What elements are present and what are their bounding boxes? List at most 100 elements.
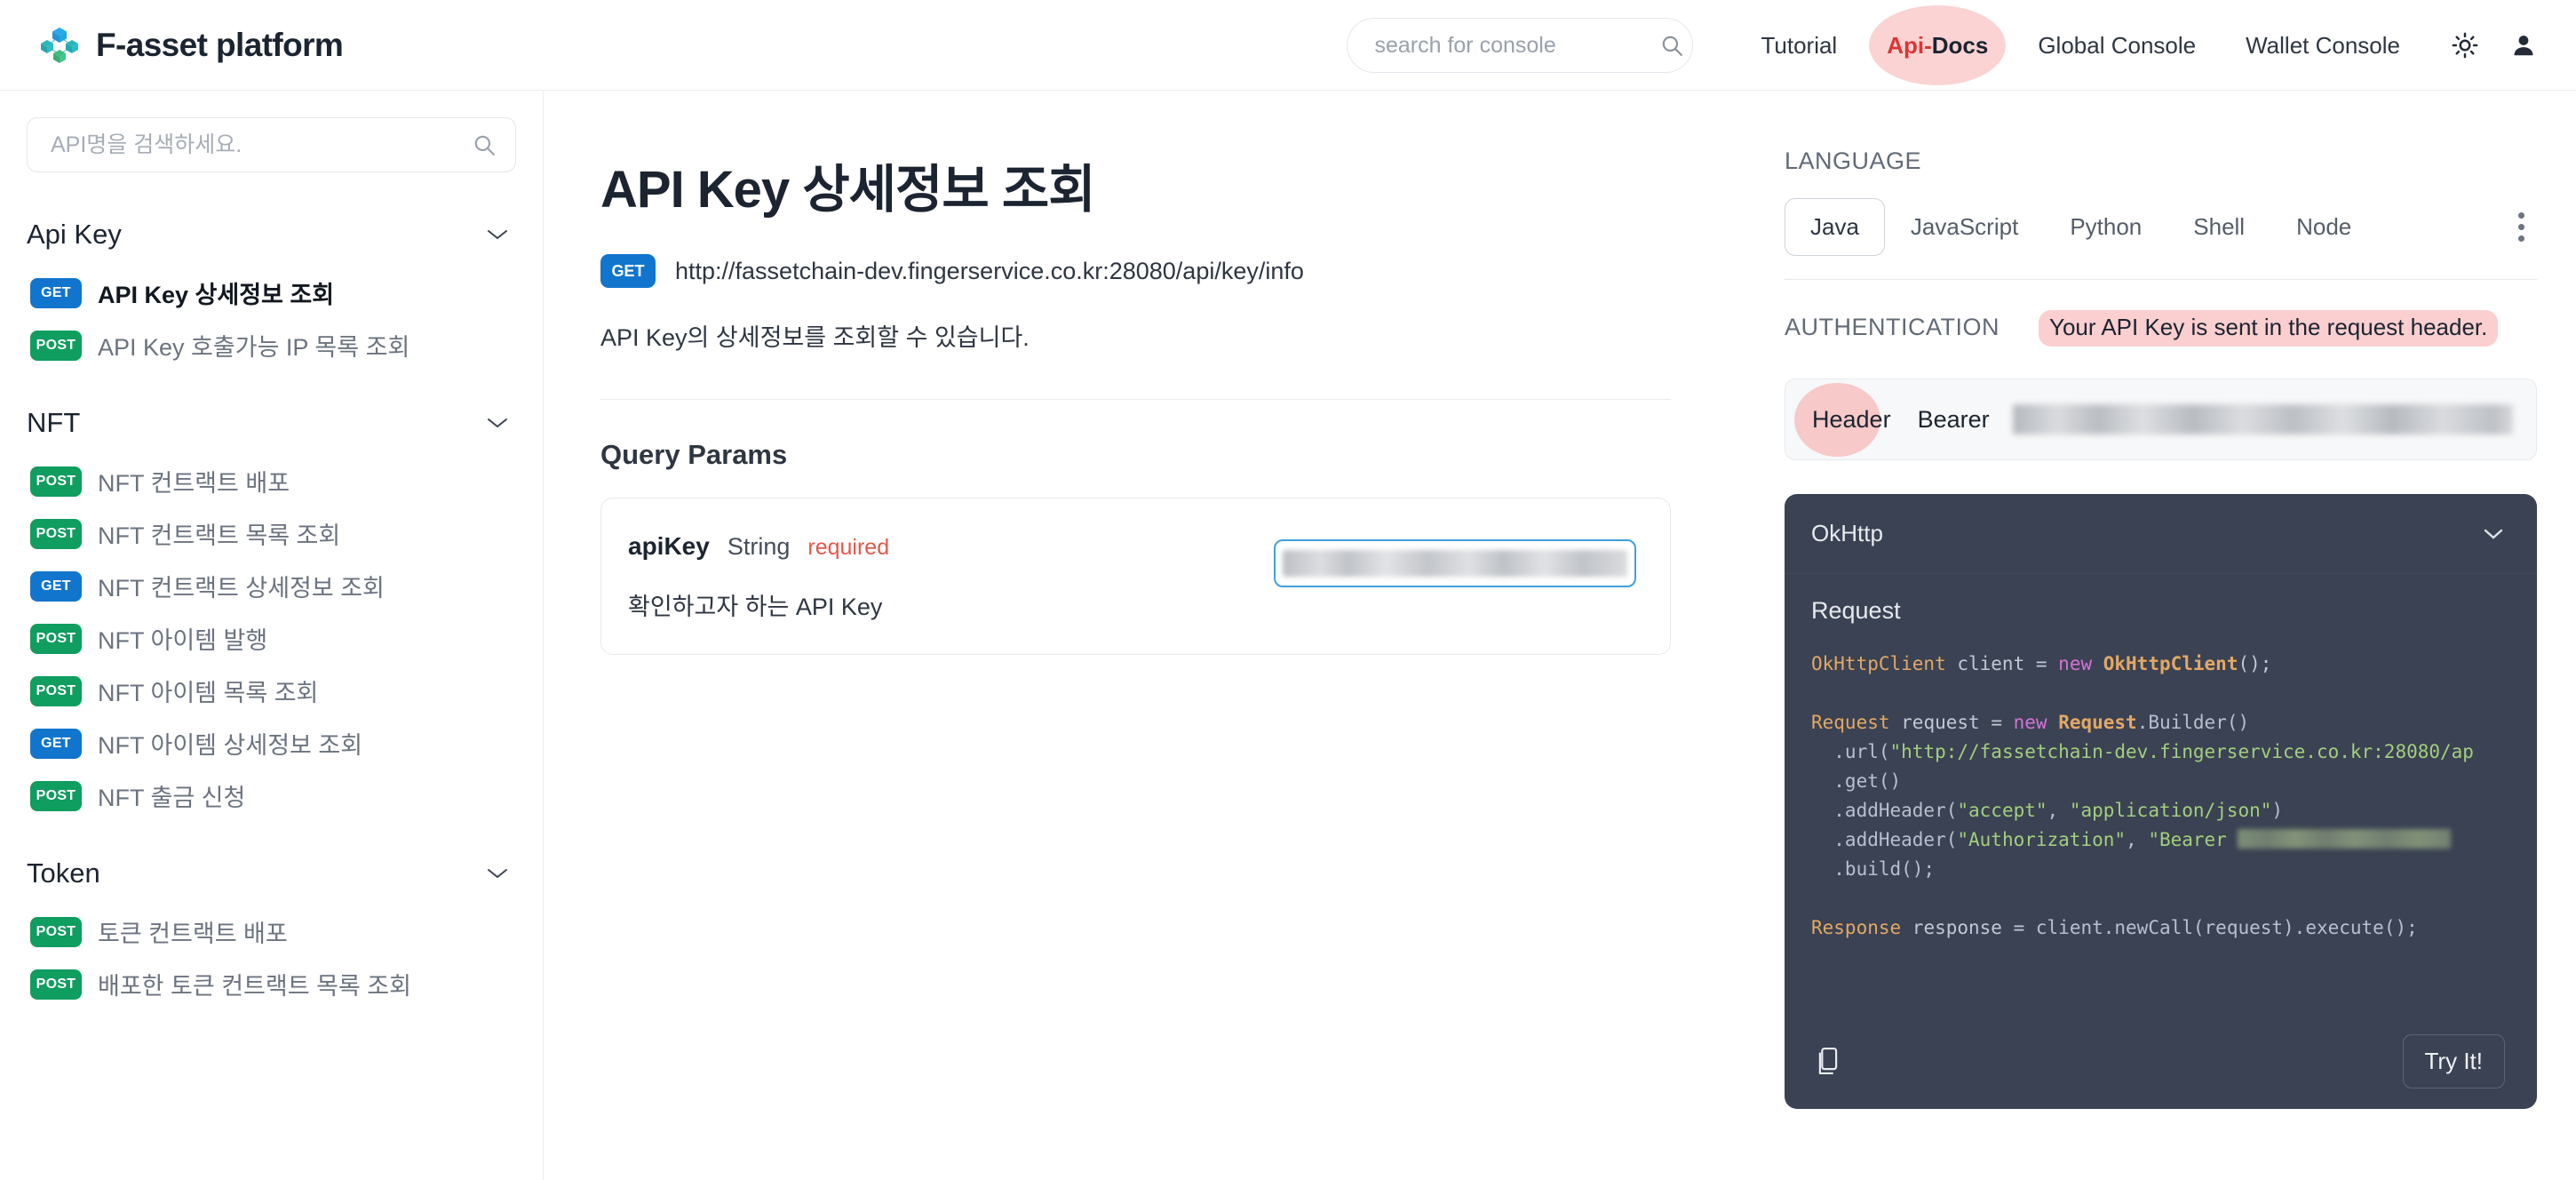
sidebar-group-nft[interactable]: NFT <box>0 391 543 455</box>
sidebar-item-nft-item-detail[interactable]: GET NFT 아이템 상세정보 조회 <box>0 717 543 769</box>
sidebar-item-nft-withdraw[interactable]: POST NFT 출금 신청 <box>0 769 543 822</box>
nav-item-wallet-console[interactable]: Wallet Console <box>2221 0 2425 91</box>
app-header: F-asset platform Tutorial Api-Docs Globa… <box>0 0 2576 91</box>
sidebar-group-token[interactable]: Token <box>0 841 543 905</box>
main-nav: Tutorial Api-Docs Global Console Wallet … <box>1736 0 2425 91</box>
endpoint-row: GET http://fassetchain-dev.fingerservice… <box>600 254 1671 288</box>
api-search[interactable] <box>27 117 516 172</box>
sidebar-item-api-key-ip-list[interactable]: POST API Key 호출가능 IP 목록 조회 <box>0 319 543 371</box>
apikey-input[interactable] <box>1274 539 1636 587</box>
param-name: apiKey <box>628 532 710 560</box>
chevron-down-icon[interactable] <box>2482 527 2505 541</box>
authentication-box[interactable]: Header Bearer <box>1785 379 2537 460</box>
tab-java[interactable]: Java <box>1785 198 1885 256</box>
sidebar-item-api-key-detail[interactable]: GET API Key 상세정보 조회 <box>0 267 543 319</box>
endpoint-url: http://fassetchain-dev.fingerservice.co.… <box>675 257 1304 284</box>
method-badge: POST <box>30 330 82 361</box>
sidebar-item-label: API Key 호출가능 IP 목록 조회 <box>98 334 410 361</box>
sidebar-group-api-key[interactable]: Api Key <box>0 203 543 267</box>
sidebar-group-title: NFT <box>27 407 81 438</box>
code-sidebar: LANGUAGE Java JavaScript Python Shell No… <box>1745 91 2576 1180</box>
authentication-label: AUTHENTICATION <box>1785 314 2000 340</box>
tab-node[interactable]: Node <box>2270 198 2377 256</box>
sidebar: Api Key GET API Key 상세정보 조회 POST API Key… <box>0 91 544 1180</box>
app-body: Api Key GET API Key 상세정보 조회 POST API Key… <box>0 91 2576 1180</box>
method-badge: POST <box>30 969 82 1000</box>
tab-javascript[interactable]: JavaScript <box>1885 198 2044 256</box>
nav-item-global-console[interactable]: Global Console <box>2013 0 2221 91</box>
main-content: API Key 상세정보 조회 GET http://fassetchain-d… <box>544 91 1745 1180</box>
search-icon <box>1663 36 1683 56</box>
apikey-redacted-value <box>1283 550 1627 577</box>
auth-location-label: Header <box>1794 382 1895 457</box>
param-required-label: required <box>807 535 890 560</box>
sidebar-item-label: NFT 아이템 목록 조회 <box>98 680 319 706</box>
f-asset-logo-icon <box>41 27 78 63</box>
page-description: API Key의 상세정보를 조회할 수 있습니다. <box>600 324 1030 351</box>
nav-api-docs-prefix: Api- <box>1887 32 1932 59</box>
kebab-menu-icon[interactable] <box>2506 203 2537 251</box>
nav-api-docs-suffix: Docs <box>1931 32 1989 59</box>
sidebar-item-label: NFT 컨트랙트 목록 조회 <box>98 522 341 549</box>
code-panel-body: Request OkHttpClient client = new OkHttp… <box>1785 574 2537 1013</box>
sidebar-group-title: Api Key <box>27 219 122 250</box>
sidebar-item-label: NFT 아이템 발행 <box>98 627 268 654</box>
param-card-apikey: apiKey String required 확인하고자 하는 API Key <box>600 498 1671 655</box>
code-panel-header[interactable]: OkHttp <box>1785 494 2537 574</box>
bearer-token-redacted <box>2238 829 2452 849</box>
search-icon <box>474 135 495 155</box>
sidebar-item-label: 배포한 토큰 컨트랙트 목록 조회 <box>98 973 411 1000</box>
sidebar-item-label: NFT 컨트랙트 배포 <box>98 470 290 497</box>
endpoint-method-badge: GET <box>600 254 656 288</box>
sidebar-item-nft-contract-list[interactable]: POST NFT 컨트랙트 목록 조회 <box>0 507 543 560</box>
brand[interactable]: F-asset platform <box>0 25 344 66</box>
sun-icon[interactable] <box>2452 32 2478 59</box>
page-title: API Key 상세정보 조회 <box>600 161 1096 219</box>
console-search-input[interactable] <box>1374 32 1661 59</box>
method-badge: POST <box>30 518 82 549</box>
method-badge: GET <box>30 570 82 602</box>
language-label: LANGUAGE <box>1785 148 1922 174</box>
auth-token-redacted <box>2012 404 2513 435</box>
method-badge: POST <box>30 623 82 654</box>
code-block[interactable]: OkHttpClient client = new OkHttpClient()… <box>1811 650 2510 943</box>
sidebar-item-label: NFT 출금 신청 <box>98 785 246 811</box>
sidebar-item-nft-contract-deploy[interactable]: POST NFT 컨트랙트 배포 <box>0 455 543 507</box>
code-client-label: OkHttp <box>1811 520 1883 546</box>
chevron-down-icon <box>488 869 507 879</box>
sidebar-item-token-contract-list[interactable]: POST 배포한 토큰 컨트랙트 목록 조회 <box>0 958 543 1010</box>
query-params-title: Query Params <box>600 439 788 470</box>
param-head: apiKey String required <box>628 532 889 561</box>
method-badge: GET <box>30 728 82 759</box>
method-badge: POST <box>30 780 82 811</box>
language-tabs: Java JavaScript Python Shell Node <box>1785 198 2537 256</box>
try-it-button[interactable]: Try It! <box>2402 1033 2505 1088</box>
method-badge: POST <box>30 466 82 497</box>
content-divider <box>600 399 1671 400</box>
code-sample-panel: OkHttp Request OkHttpClient client = new… <box>1785 494 2537 1109</box>
header-icon-group <box>2452 32 2537 59</box>
user-icon[interactable] <box>2510 32 2537 59</box>
tab-shell[interactable]: Shell <box>2167 198 2270 256</box>
chevron-down-icon <box>488 230 507 240</box>
sidebar-item-nft-contract-detail[interactable]: GET NFT 컨트랙트 상세정보 조회 <box>0 560 543 612</box>
tab-python[interactable]: Python <box>2044 198 2167 256</box>
copy-icon[interactable] <box>1815 1046 1841 1076</box>
sidebar-item-nft-item-list[interactable]: POST NFT 아이템 목록 조회 <box>0 665 543 717</box>
api-search-input[interactable] <box>51 132 473 158</box>
authentication-row: AUTHENTICATION Your API Key is sent in t… <box>1785 310 2537 347</box>
header-right: Tutorial Api-Docs Global Console Wallet … <box>1347 0 2537 91</box>
console-search[interactable] <box>1347 18 1694 73</box>
sidebar-item-token-contract-deploy[interactable]: POST 토큰 컨트랙트 배포 <box>0 905 543 958</box>
authentication-note: Your API Key is sent in the request head… <box>2039 310 2499 347</box>
chevron-down-icon <box>488 419 507 428</box>
param-meta: apiKey String required 확인하고자 하는 API Key <box>628 529 889 622</box>
code-section-label: Request <box>1811 597 1901 624</box>
sidebar-item-label: API Key 상세정보 조회 <box>98 282 335 308</box>
sidebar-item-nft-item-mint[interactable]: POST NFT 아이템 발행 <box>0 612 543 665</box>
code-panel-footer: Try It! <box>1785 1013 2537 1109</box>
nav-item-tutorial[interactable]: Tutorial <box>1736 0 1862 91</box>
nav-item-api-docs[interactable]: Api-Docs <box>1862 0 2013 91</box>
